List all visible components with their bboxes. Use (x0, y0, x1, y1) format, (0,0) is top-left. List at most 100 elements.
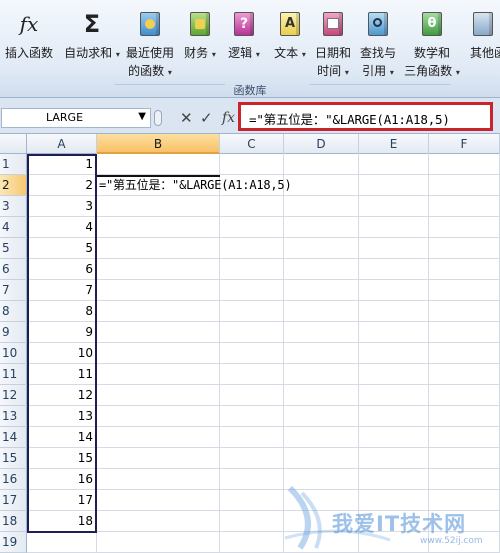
row-header[interactable]: 3 (0, 196, 27, 217)
cell-f[interactable] (429, 511, 500, 532)
cell-e[interactable] (359, 343, 429, 364)
cell-b[interactable] (97, 511, 220, 532)
cell-e[interactable] (359, 427, 429, 448)
cell-b[interactable] (97, 448, 220, 469)
cell-f[interactable] (429, 322, 500, 343)
logic-button[interactable]: ? 逻辑 ▾ (224, 2, 264, 82)
cell-d[interactable] (284, 364, 359, 385)
cell-c[interactable] (220, 385, 284, 406)
cell-b[interactable] (97, 343, 220, 364)
row-header[interactable]: 17 (0, 490, 27, 511)
cell-d[interactable] (284, 259, 359, 280)
cell-a[interactable]: 16 (27, 469, 97, 490)
formula-input[interactable]: ="第五位是："&LARGE(A1:A18,5) (238, 102, 493, 131)
cell-b[interactable] (97, 532, 220, 553)
row-header[interactable]: 11 (0, 364, 27, 385)
cell-e[interactable] (359, 385, 429, 406)
other-functions-button[interactable]: 其他函 (466, 2, 500, 82)
row-header[interactable]: 8 (0, 301, 27, 322)
cell-c[interactable] (220, 532, 284, 553)
cell-c[interactable] (220, 301, 284, 322)
column-header-f[interactable]: F (429, 134, 500, 154)
insert-function-icon[interactable]: fx (222, 107, 235, 129)
cell-d[interactable] (284, 385, 359, 406)
date-time-button[interactable]: 日期和 时间 ▾ (312, 2, 354, 82)
cell-b[interactable] (97, 196, 220, 217)
cell-e[interactable] (359, 301, 429, 322)
cell-d[interactable] (284, 406, 359, 427)
cell-c[interactable] (220, 427, 284, 448)
cell-a[interactable]: 4 (27, 217, 97, 238)
cell-d[interactable] (284, 280, 359, 301)
cell-a[interactable]: 11 (27, 364, 97, 385)
cell-d[interactable] (284, 301, 359, 322)
cell-c[interactable] (220, 469, 284, 490)
column-header-e[interactable]: E (359, 134, 429, 154)
math-trig-button[interactable]: θ 数学和 三角函数 ▾ (401, 2, 463, 82)
row-header[interactable]: 2 (0, 175, 27, 196)
cell-e[interactable] (359, 280, 429, 301)
cell-d[interactable] (284, 469, 359, 490)
cell-a[interactable]: 17 (27, 490, 97, 511)
cell-d[interactable] (284, 196, 359, 217)
name-box-dropdown-icon[interactable]: ▼ (138, 111, 146, 122)
column-header-b[interactable]: B (97, 134, 220, 154)
cell-e[interactable] (359, 511, 429, 532)
cell-e[interactable] (359, 406, 429, 427)
row-header[interactable]: 19 (0, 532, 27, 553)
cell-b[interactable]: ="第五位是："&LARGE(A1:A18,5) (97, 175, 292, 196)
row-header[interactable]: 10 (0, 343, 27, 364)
cell-c[interactable] (220, 154, 284, 175)
cell-b[interactable] (97, 301, 220, 322)
cell-a[interactable]: 15 (27, 448, 97, 469)
cell-b[interactable] (97, 280, 220, 301)
cell-f[interactable] (429, 427, 500, 448)
cell-f[interactable] (429, 217, 500, 238)
cell-e[interactable] (359, 217, 429, 238)
cell-a[interactable]: 8 (27, 301, 97, 322)
column-header-a[interactable]: A (27, 134, 97, 154)
autosum-button[interactable]: Σ 自动求和 ▾ (62, 2, 122, 82)
cell-b[interactable] (97, 385, 220, 406)
select-all-corner[interactable] (0, 134, 27, 154)
cell-f[interactable] (429, 280, 500, 301)
cell-f[interactable] (429, 469, 500, 490)
row-header[interactable]: 7 (0, 280, 27, 301)
row-header[interactable]: 9 (0, 322, 27, 343)
cell-c[interactable] (220, 406, 284, 427)
cell-b[interactable] (97, 427, 220, 448)
cell-d[interactable] (284, 217, 359, 238)
cell-b[interactable] (97, 238, 220, 259)
cell-b[interactable] (97, 490, 220, 511)
cell-c[interactable] (220, 196, 284, 217)
row-header[interactable]: 13 (0, 406, 27, 427)
cell-f[interactable] (429, 532, 500, 553)
name-box[interactable]: LARGE ▼ (1, 108, 151, 128)
cell-e[interactable] (359, 259, 429, 280)
cell-c[interactable] (220, 238, 284, 259)
cell-f[interactable] (429, 154, 500, 175)
cell-a[interactable]: 18 (27, 511, 97, 532)
cell-e[interactable] (359, 469, 429, 490)
cell-f[interactable] (429, 343, 500, 364)
cell-a[interactable]: 3 (27, 196, 97, 217)
cell-b[interactable] (97, 259, 220, 280)
cell-c[interactable] (220, 511, 284, 532)
cell-f[interactable] (429, 259, 500, 280)
cell-e[interactable] (359, 322, 429, 343)
cell-c[interactable] (220, 217, 284, 238)
finance-button[interactable]: 财务 ▾ (181, 2, 219, 82)
cell-d[interactable] (284, 511, 359, 532)
cell-f[interactable] (429, 385, 500, 406)
cell-b[interactable] (97, 406, 220, 427)
cell-f[interactable] (429, 175, 500, 196)
cell-a[interactable]: 1 (27, 154, 97, 175)
cell-e[interactable] (359, 238, 429, 259)
cell-f[interactable] (429, 301, 500, 322)
cell-e[interactable] (359, 196, 429, 217)
cell-f[interactable] (429, 406, 500, 427)
cell-a[interactable]: 13 (27, 406, 97, 427)
cell-f[interactable] (429, 448, 500, 469)
text-button[interactable]: A 文本 ▾ (270, 2, 310, 82)
cell-e[interactable] (359, 175, 429, 196)
